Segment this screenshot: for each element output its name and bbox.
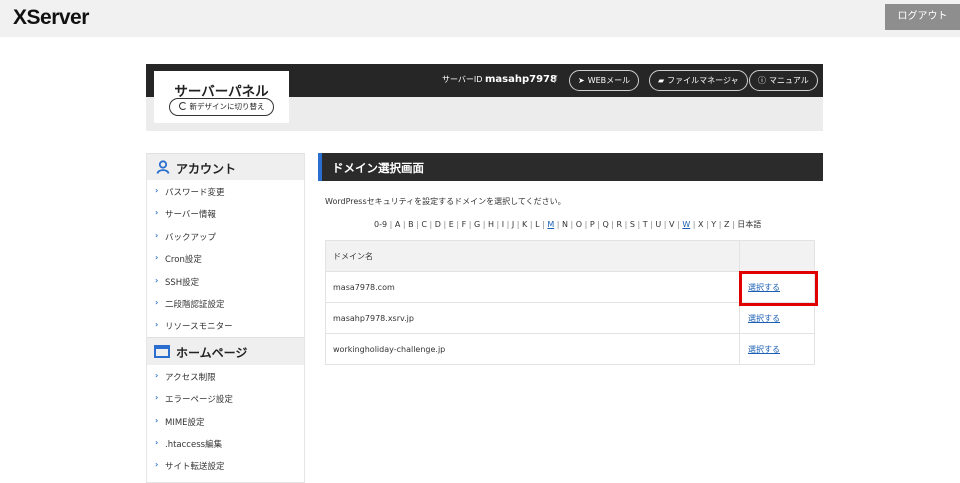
domain-column-header: ドメイン名 [325,240,740,272]
sidebar-item-error-page[interactable]: › エラーページ設定 [147,387,304,409]
chevron-right-icon: › [155,275,159,285]
chevron-right-icon: › [155,370,159,380]
alpha-separator: | [427,220,435,229]
sidebar-section-title: アカウント [176,162,237,176]
webmail-button[interactable]: ➤ WEBメール [569,70,640,91]
alpha-separator: | [493,220,502,229]
table-row: masahp7978.xsrv.jp 選択する [325,302,815,334]
alpha-separator: | [387,220,395,229]
alpha-separator: | [622,220,630,229]
alpha-separator: | [716,220,724,229]
panel-title: サーバーパネル [174,84,269,100]
chevron-right-icon: › [155,208,159,218]
domain-cell: masa7978.com [325,271,740,303]
folder-icon: ▰ [658,76,665,85]
chevron-right-icon: › [155,297,159,307]
select-domain-link[interactable]: 選択する [748,314,780,323]
alpha-separator: | [634,220,643,229]
table-row: workingholiday-challenge.jp 選択する [325,333,815,365]
alpha-separator: | [554,220,562,229]
refresh-icon [178,102,187,110]
chevron-right-icon: › [155,186,159,195]
alpha-index-ja: 日本語 [737,220,762,229]
manual-label: マニュアル [769,76,809,85]
chevron-right-icon: › [155,460,159,470]
domain-cell: masahp7978.xsrv.jp [325,302,740,334]
sidebar-section-account: アカウント [147,153,304,180]
server-id: サーバーID masahp7978 [442,74,557,85]
chevron-right-icon: › [155,230,159,240]
sidebar-item-htaccess[interactable]: › .htaccess編集 [147,432,304,454]
new-design-label: 新デザインに切り替え [189,102,265,111]
sidebar-item-two-factor[interactable]: › 二段階認証設定 [147,292,304,314]
action-cell: 選択する [739,333,815,365]
alpha-separator: | [527,220,536,229]
header-separator: / [554,74,558,85]
alpha-separator: | [440,220,449,229]
alpha-separator: | [690,220,699,229]
sidebar: アカウント › パスワード変更 › サーバー情報 › バックアップ › Cron設定 ›… [146,153,305,483]
sidebar-item-mime[interactable]: › MIME設定 [147,410,304,432]
chevron-right-icon: › [155,393,159,403]
server-id-label: サーバーID [442,75,483,84]
alpha-separator: | [661,220,670,229]
chevron-right-icon: › [155,320,159,330]
server-id-value: masahp7978 [485,74,557,85]
sidebar-item-server-info[interactable]: › サーバー情報 [147,202,304,224]
table-header-row: ドメイン名 [325,240,815,272]
page-title-bar: ドメイン選択画面 [318,153,823,181]
sidebar-item-password[interactable]: › パスワード変更 [147,180,304,202]
select-domain-link[interactable]: 選択する [748,345,780,354]
sidebar-item-ssh[interactable]: › SSH設定 [147,270,304,292]
alpha-separator: | [466,220,474,229]
sidebar-item-resource-monitor[interactable]: › リソースモニター [147,314,304,336]
sidebar-item-site-redirect[interactable]: › サイト転送設定 [147,454,304,476]
alpha-index-0-9: 0-9 [374,220,388,229]
server-panel-header: サーバーID masahp7978 / ➤ WEBメール ▰ ファイルマネージャ ⓘ… [146,64,823,131]
user-icon [156,160,170,177]
alpha-separator: | [514,220,523,229]
alpha-separator: | [582,220,590,229]
highlight-box [739,271,818,306]
xserver-logo[interactable]: XServer [13,6,89,30]
new-design-toggle-button[interactable]: 新デザインに切り替え [169,98,274,116]
sidebar-item-backup[interactable]: › バックアップ [147,225,304,247]
monitor-icon [154,344,170,358]
sidebar-section-homepage: ホームページ [147,336,304,365]
help-icon: ⓘ [758,76,766,85]
alpha-separator: | [504,220,512,229]
file-manager-button[interactable]: ▰ ファイルマネージャ [649,70,748,91]
alpha-separator: | [608,220,617,229]
sidebar-item-access-restriction[interactable]: › アクセス制限 [147,365,304,387]
page-title: ドメイン選択画面 [332,161,424,175]
sidebar-section-title: ホームページ [176,345,248,360]
manual-button[interactable]: ⓘ マニュアル [749,70,818,91]
action-cell: 選択する [739,302,815,334]
alpha-separator: | [567,220,576,229]
sidebar-item-cron[interactable]: › Cron設定 [147,247,304,269]
logout-button[interactable]: ログアウト [885,4,960,30]
alphabet-index: 0-9 | A | B | C | D | E | F | G | H | I … [374,219,761,230]
chevron-right-icon: › [155,437,159,447]
domain-cell: workingholiday-challenge.jp [325,333,740,365]
alpha-separator: | [480,220,488,229]
intro-text: WordPressセキュリティを設定するドメインを選択してください。 [325,197,566,206]
alpha-separator: | [453,220,462,229]
action-column-header [739,240,815,272]
file-manager-label: ファイルマネージャ [667,76,739,85]
chevron-right-icon: › [155,415,159,425]
panel-title-box: サーバーパネル 新デザインに切り替え [154,71,289,123]
alpha-separator: | [400,220,409,229]
top-bar: XServer ログアウト [0,0,960,37]
chevron-right-icon: › [155,253,159,263]
webmail-label: WEBメール [587,76,631,85]
send-icon: ➤ [578,76,585,85]
